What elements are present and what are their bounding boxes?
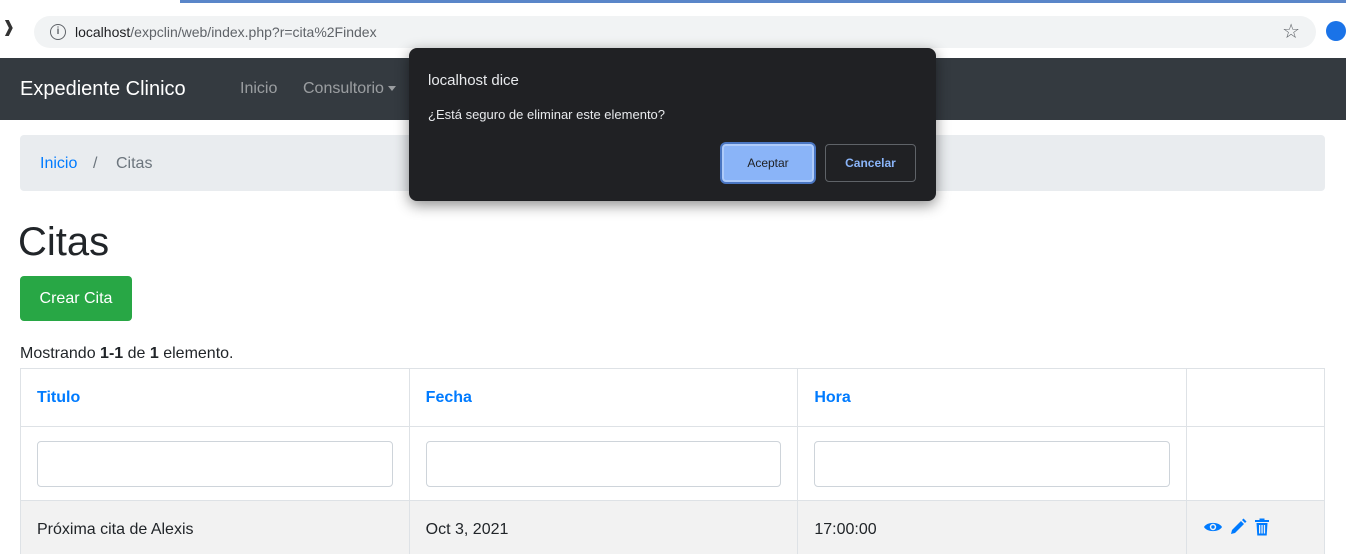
nav-item-consultorio-label: Consultorio (303, 80, 384, 97)
nav-item-consultorio[interactable]: Consultorio (303, 79, 396, 99)
filter-row (20, 426, 1325, 501)
header-actions (1186, 368, 1325, 427)
breadcrumb-current: Citas (116, 155, 153, 172)
url-host: localhost (75, 24, 131, 40)
breadcrumb-separator: / (93, 155, 98, 172)
create-cita-button[interactable]: Crear Cita (20, 276, 132, 321)
sort-fecha-link[interactable]: Fecha (426, 389, 472, 406)
accept-button[interactable]: Aceptar (722, 144, 814, 182)
caret-down-icon (387, 86, 396, 92)
filter-titulo-input[interactable] (37, 440, 393, 487)
summary-middle: de (123, 345, 150, 362)
sort-hora-link[interactable]: Hora (814, 389, 850, 406)
table-header-row: Titulo Fecha Hora (20, 368, 1325, 427)
address-bar[interactable]: i localhost/expclin/web/index.php?r=cita… (34, 16, 1316, 48)
filter-hora-input[interactable] (814, 440, 1170, 487)
url-path: /expclin/web/index.php?r=cita%2Findex (130, 24, 377, 40)
summary-total: 1 (149, 345, 159, 362)
info-icon[interactable]: i (50, 24, 66, 40)
citas-table: Titulo Fecha Hora Próxima cita de Alexis… (20, 368, 1325, 554)
summary-prefix: Mostrando (20, 345, 101, 362)
nav-item-inicio[interactable]: Inicio (240, 79, 277, 99)
header-fecha: Fecha (408, 368, 799, 427)
sort-titulo-link[interactable]: Titulo (37, 389, 80, 406)
tab-strip-line (180, 0, 1346, 3)
header-hora: Hora (797, 368, 1187, 427)
confirm-dialog: localhost dice ¿Está seguro de eliminar … (409, 48, 936, 201)
filter-fecha-input[interactable] (425, 440, 782, 487)
dialog-message: ¿Está seguro de eliminar este elemento? (428, 107, 666, 122)
page-title: Citas (18, 220, 110, 264)
back-edge-glyph: ❱ (2, 19, 16, 36)
dialog-title: localhost dice (428, 72, 519, 89)
cell-titulo: Próxima cita de Alexis (20, 500, 410, 554)
breadcrumb-home-link[interactable]: Inicio (40, 154, 77, 174)
summary-suffix: elemento. (158, 345, 234, 362)
header-titulo: Titulo (20, 368, 410, 427)
pencil-icon[interactable] (1229, 518, 1247, 541)
summary-range: 1-1 (100, 345, 124, 362)
trash-icon[interactable] (1254, 518, 1270, 541)
navbar-brand[interactable]: Expediente Clinico (20, 76, 186, 102)
cell-hora: 17:00:00 (797, 500, 1187, 554)
eye-icon[interactable] (1203, 520, 1223, 539)
browser-chrome: ❱ i localhost/expclin/web/index.php?r=ci… (0, 0, 1346, 50)
results-summary: Mostrando 1-1 de 1 elemento. (20, 344, 233, 364)
cell-actions (1186, 500, 1325, 554)
star-icon[interactable]: ☆ (1282, 20, 1300, 44)
table-row: Próxima cita de Alexis Oct 3, 2021 17:00… (20, 500, 1325, 554)
cell-fecha: Oct 3, 2021 (408, 500, 799, 554)
cancel-button[interactable]: Cancelar (825, 144, 916, 182)
extension-icon[interactable] (1326, 21, 1346, 41)
url-text[interactable]: localhost/expclin/web/index.php?r=cita%2… (75, 23, 377, 41)
